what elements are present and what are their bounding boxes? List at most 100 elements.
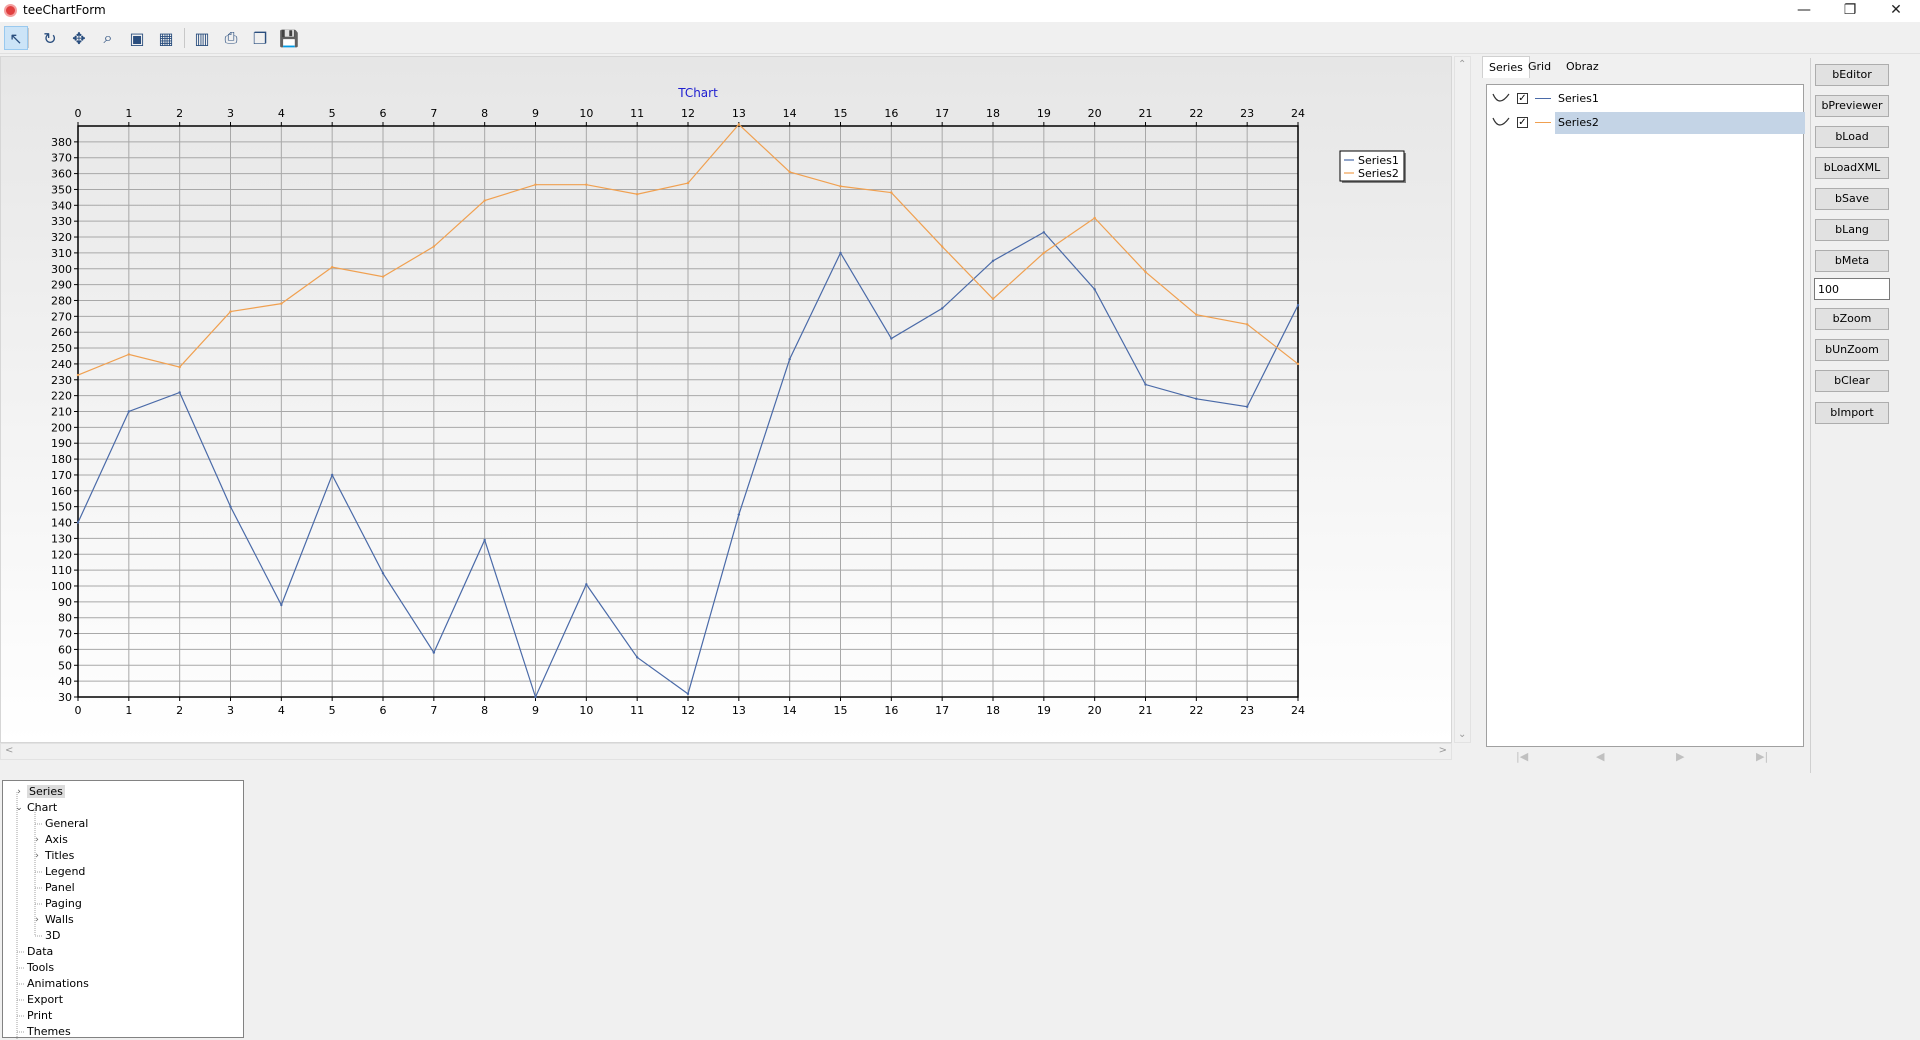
tree-node-titles[interactable]: › Titles — [35, 848, 75, 864]
nav-prev-icon[interactable]: ◀ — [1596, 750, 1604, 763]
editor-tree[interactable]: › Series ⌄ Chart General › Axis › Titles Legend Pa… — [2, 780, 244, 1040]
x-tick-label-bottom: 11 — [630, 704, 644, 717]
editor-button[interactable]: ▥ — [190, 26, 214, 50]
scroll-up-icon[interactable]: ⌃ — [1458, 59, 1466, 70]
tree-node-label: General — [45, 817, 89, 830]
window-title: teeChartForm — [23, 3, 106, 17]
rotate-button[interactable]: ↻ — [38, 26, 62, 50]
tree-node-panel[interactable]: Panel — [45, 880, 75, 896]
tab-obraz[interactable]: Obraz — [1560, 56, 1605, 78]
tree-node-chart[interactable]: ⌄ Chart — [15, 800, 58, 816]
zoom-input[interactable] — [1814, 278, 1890, 300]
view3d-button[interactable]: ▦ — [154, 26, 178, 50]
title-bar: teeChartForm — ❐ ✕ — [0, 0, 1920, 22]
minimize-button[interactable]: — — [1781, 0, 1827, 22]
x-tick-label-top: 0 — [75, 107, 82, 120]
tree-node-label: Paging — [45, 897, 82, 910]
y-tick-label: 140 — [51, 517, 72, 530]
legend-label: Series1 — [1358, 154, 1399, 167]
tree-node-axis[interactable]: › Axis — [35, 832, 68, 848]
series-visible-checkbox[interactable]: ✓ — [1517, 117, 1528, 128]
series-label: Series1 — [1558, 92, 1599, 105]
bloadxml-button[interactable]: bLoadXML — [1815, 157, 1889, 179]
tree-node-export[interactable]: Export — [27, 992, 63, 1008]
tree-node-animations[interactable]: Animations — [27, 976, 89, 992]
bimport-button[interactable]: bImport — [1815, 402, 1889, 424]
bpreviewer-button[interactable]: bPreviewer — [1815, 95, 1889, 117]
y-tick-label: 370 — [51, 152, 72, 165]
x-tick-label-top: 1 — [125, 107, 132, 120]
tree-node-3d[interactable]: 3D — [45, 928, 60, 944]
series-nav-bar: |◀ ◀ ▶ ▶| — [1486, 748, 1804, 768]
scroll-down-icon[interactable]: ⌄ — [1458, 729, 1466, 740]
print-button[interactable]: ⎙ — [219, 26, 243, 50]
tree-node-data[interactable]: Data — [27, 944, 53, 960]
series-row[interactable]: ✓ Series1 — [1487, 88, 1803, 110]
line-series-icon — [1492, 117, 1510, 126]
tree-node-general[interactable]: General — [45, 816, 88, 832]
copy-button[interactable]: ❐ — [248, 26, 272, 50]
x-tick-label-bottom: 13 — [732, 704, 746, 717]
move-button[interactable]: ✥ — [67, 26, 91, 50]
vertical-scrollbar[interactable]: ⌃ ⌄ — [1454, 56, 1471, 743]
horizontal-scrollbar[interactable]: < > — [0, 743, 1452, 760]
scroll-left-icon[interactable]: < — [5, 745, 13, 756]
data-point — [534, 183, 537, 186]
tree-node-label: Titles — [45, 849, 75, 862]
data-point — [991, 259, 995, 263]
series-row[interactable]: ✓ Series2 — [1487, 112, 1805, 134]
close-button[interactable]: ✕ — [1873, 0, 1919, 22]
tree-node-paging[interactable]: Paging — [45, 896, 82, 912]
tree-expander-icon[interactable]: › — [14, 784, 24, 800]
tree-node-walls[interactable]: › Walls — [35, 912, 74, 928]
select-pointer-button[interactable]: ↖ — [4, 26, 28, 50]
series-visible-checkbox[interactable]: ✓ — [1517, 93, 1528, 104]
tchart-svg[interactable]: 3040506070809010011012013014015016017018… — [1, 57, 1452, 743]
data-point — [890, 191, 893, 194]
tab-grid[interactable]: Grid — [1522, 56, 1557, 78]
tree-node-label: 3D — [45, 929, 61, 942]
bzoom-button[interactable]: bZoom — [1815, 308, 1889, 330]
y-tick-label: 330 — [51, 215, 72, 228]
blang-button[interactable]: bLang — [1815, 219, 1889, 241]
y-tick-label: 270 — [51, 310, 72, 323]
y-tick-label: 220 — [51, 390, 72, 403]
data-point — [940, 245, 944, 248]
data-point — [788, 357, 791, 361]
tree-node-tools[interactable]: Tools — [27, 960, 54, 976]
nav-last-icon[interactable]: ▶| — [1756, 750, 1768, 763]
zoom-button[interactable]: ⌕ — [96, 26, 120, 50]
tree-node-legend[interactable]: Legend — [45, 864, 85, 880]
tree-expander-icon[interactable]: › — [32, 848, 42, 864]
depth-button[interactable]: ▣ — [125, 26, 149, 50]
save-button[interactable]: 💾 — [277, 26, 301, 50]
tree-node-series[interactable]: › Series — [17, 784, 65, 800]
bclear-button[interactable]: bClear — [1815, 370, 1889, 392]
tree-node-themes[interactable]: Themes — [27, 1024, 71, 1040]
bmeta-button[interactable]: bMeta — [1815, 250, 1889, 272]
nav-next-icon[interactable]: ▶ — [1676, 750, 1684, 763]
bload-button[interactable]: bLoad — [1815, 126, 1889, 148]
y-tick-label: 250 — [51, 342, 72, 355]
beditor-button[interactable]: bEditor — [1815, 64, 1889, 86]
series-list[interactable]: ✓ Series1 ✓ Series2 — [1486, 84, 1805, 747]
data-point — [432, 651, 436, 654]
tree-expander-icon[interactable]: ⌄ — [14, 800, 24, 816]
chart-panel[interactable]: 30 40 50 60 70 80 90 100 110 120 130 140 150 160 170 18… — [0, 56, 1452, 743]
tree-node-print[interactable]: Print — [27, 1008, 52, 1024]
y-tick-label: 50 — [58, 659, 72, 672]
tree-node-label: Chart — [27, 801, 58, 814]
x-tick-label-bottom: 22 — [1189, 704, 1203, 717]
data-point — [1245, 405, 1249, 408]
tree-node-label: Tools — [27, 961, 55, 974]
restore-button[interactable]: ❐ — [1827, 0, 1873, 22]
scroll-right-icon[interactable]: > — [1439, 745, 1447, 756]
y-tick-label: 230 — [51, 374, 72, 387]
nav-first-icon[interactable]: |◀ — [1516, 750, 1528, 763]
tree-node-label: Animations — [27, 977, 89, 990]
tree-expander-icon[interactable]: › — [32, 832, 42, 848]
data-point — [178, 365, 181, 369]
tree-expander-icon[interactable]: › — [32, 912, 42, 928]
bunzoom-button[interactable]: bUnZoom — [1815, 339, 1889, 361]
bsave-button[interactable]: bSave — [1815, 188, 1889, 210]
